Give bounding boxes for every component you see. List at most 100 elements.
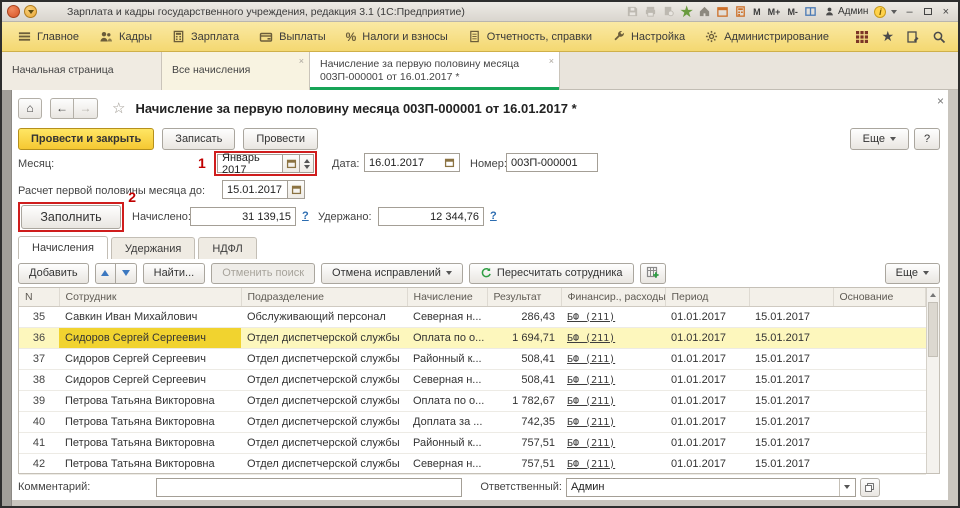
- table-more-button[interactable]: Еще: [885, 263, 940, 284]
- menu-item[interactable]: Настройка: [602, 22, 695, 51]
- cell-accrual[interactable]: Северная н...: [407, 453, 487, 474]
- move-down-button[interactable]: [116, 263, 137, 284]
- add-favorite-icon[interactable]: ★: [679, 5, 694, 19]
- cell-basis[interactable]: [833, 390, 926, 411]
- calendar-icon[interactable]: [288, 180, 305, 199]
- cell-employee[interactable]: Петрова Татьяна Викторовна: [59, 411, 241, 432]
- search-icon[interactable]: [932, 30, 946, 44]
- cell-financing[interactable]: БФ (211): [561, 348, 665, 369]
- month-stepper[interactable]: [300, 154, 314, 173]
- cell-period_end[interactable]: 15.01.2017: [749, 306, 833, 327]
- table-row[interactable]: 42Петрова Татьяна ВикторовнаОтдел диспет…: [19, 453, 926, 474]
- financing-link[interactable]: БФ (211): [567, 354, 615, 365]
- tab[interactable]: Начальная страница: [2, 52, 162, 90]
- cell-financing[interactable]: БФ (211): [561, 327, 665, 348]
- financing-link[interactable]: БФ (211): [567, 417, 615, 428]
- financing-link[interactable]: БФ (211): [567, 312, 615, 323]
- cell-period_end[interactable]: 15.01.2017: [749, 453, 833, 474]
- cancel-search-button[interactable]: Отменить поиск: [211, 263, 315, 284]
- cell-n[interactable]: 41: [19, 432, 59, 453]
- cell-period_start[interactable]: 01.01.2017: [665, 411, 749, 432]
- fill-button[interactable]: Заполнить: [21, 205, 121, 229]
- column-header[interactable]: N: [19, 288, 59, 306]
- cell-basis[interactable]: [833, 369, 926, 390]
- table-row[interactable]: 41Петрова Татьяна ВикторовнаОтдел диспет…: [19, 432, 926, 453]
- calendar-icon[interactable]: [283, 154, 300, 173]
- column-header[interactable]: Период: [665, 288, 749, 306]
- chevron-down-icon[interactable]: [839, 479, 855, 496]
- window-menu-icon[interactable]: [24, 5, 37, 18]
- cell-accrual[interactable]: Оплата по о...: [407, 327, 487, 348]
- menu-item[interactable]: Кадры: [89, 22, 162, 51]
- column-header[interactable]: Основание: [833, 288, 926, 306]
- minimize-button[interactable]: –: [902, 5, 916, 19]
- financing-link[interactable]: БФ (211): [567, 438, 615, 449]
- cell-period_start[interactable]: 01.01.2017: [665, 327, 749, 348]
- comment-input[interactable]: [156, 478, 462, 497]
- cell-department[interactable]: Отдел диспетчерской службы: [241, 369, 407, 390]
- cell-financing[interactable]: БФ (211): [561, 390, 665, 411]
- cell-basis[interactable]: [833, 411, 926, 432]
- find-button[interactable]: Найти...: [143, 263, 206, 284]
- favorite-star-icon[interactable]: ☆: [112, 99, 125, 117]
- move-up-button[interactable]: [95, 263, 116, 284]
- financing-link[interactable]: БФ (211): [567, 375, 615, 386]
- cell-period_end[interactable]: 15.01.2017: [749, 369, 833, 390]
- maximize-button[interactable]: [920, 5, 936, 19]
- withheld-help-link[interactable]: ?: [490, 210, 497, 222]
- history-icon[interactable]: [906, 30, 920, 44]
- vertical-scrollbar[interactable]: [926, 288, 939, 473]
- cell-period_start[interactable]: 01.01.2017: [665, 453, 749, 474]
- cell-department[interactable]: Отдел диспетчерской службы: [241, 348, 407, 369]
- close-button[interactable]: ×: [939, 5, 953, 19]
- cell-n[interactable]: 35: [19, 306, 59, 327]
- calendar-icon[interactable]: [444, 157, 455, 168]
- home-button[interactable]: ⌂: [18, 98, 42, 119]
- cell-accrual[interactable]: Доплата за ...: [407, 411, 487, 432]
- cell-result[interactable]: 1 782,67: [487, 390, 561, 411]
- cell-accrual[interactable]: Северная н...: [407, 369, 487, 390]
- column-header[interactable]: [749, 288, 833, 306]
- cell-department[interactable]: Отдел диспетчерской службы: [241, 327, 407, 348]
- column-header[interactable]: Подразделение: [241, 288, 407, 306]
- recalculate-employee-button[interactable]: Пересчитать сотрудника: [469, 263, 634, 284]
- cell-financing[interactable]: БФ (211): [561, 306, 665, 327]
- cell-result[interactable]: 1 694,71: [487, 327, 561, 348]
- cell-accrual[interactable]: Северная н...: [407, 306, 487, 327]
- cell-employee[interactable]: Петрова Татьяна Викторовна: [59, 432, 241, 453]
- cell-employee[interactable]: Петрова Татьяна Викторовна: [59, 390, 241, 411]
- calendar-icon[interactable]: [715, 5, 730, 19]
- cell-accrual[interactable]: Оплата по о...: [407, 390, 487, 411]
- financing-link[interactable]: БФ (211): [567, 459, 615, 470]
- cell-period_end[interactable]: 15.01.2017: [749, 327, 833, 348]
- cell-n[interactable]: 37: [19, 348, 59, 369]
- info-icon[interactable]: i: [874, 6, 886, 18]
- half-month-input[interactable]: 15.01.2017: [222, 180, 288, 199]
- table-row[interactable]: 38Сидоров Сергей СергеевичОтдел диспетче…: [19, 369, 926, 390]
- cell-result[interactable]: 757,51: [487, 432, 561, 453]
- memory-add-button[interactable]: M+: [766, 7, 783, 17]
- undo-corrections-button[interactable]: Отмена исправлений: [321, 263, 463, 284]
- go-home-icon[interactable]: [697, 5, 712, 19]
- responsible-select[interactable]: Админ: [566, 478, 856, 497]
- column-header[interactable]: Результат: [487, 288, 561, 306]
- cell-period_end[interactable]: 15.01.2017: [749, 348, 833, 369]
- scroll-up-icon[interactable]: [927, 288, 939, 301]
- cell-result[interactable]: 508,41: [487, 348, 561, 369]
- cell-period_end[interactable]: 15.01.2017: [749, 411, 833, 432]
- menu-item[interactable]: Отчетность, справки: [458, 22, 602, 51]
- cell-accrual[interactable]: Районный к...: [407, 432, 487, 453]
- cell-financing[interactable]: БФ (211): [561, 453, 665, 474]
- cell-financing[interactable]: БФ (211): [561, 369, 665, 390]
- cell-employee[interactable]: Сидоров Сергей Сергеевич: [59, 369, 241, 390]
- cell-financing[interactable]: БФ (211): [561, 411, 665, 432]
- add-row-button[interactable]: Добавить: [18, 263, 89, 284]
- cell-basis[interactable]: [833, 327, 926, 348]
- column-header[interactable]: Начисление: [407, 288, 487, 306]
- cell-employee[interactable]: Сидоров Сергей Сергеевич: [59, 327, 241, 348]
- cell-period_end[interactable]: 15.01.2017: [749, 432, 833, 453]
- cell-result[interactable]: 508,41: [487, 369, 561, 390]
- post-button[interactable]: Провести: [243, 128, 318, 150]
- date-input[interactable]: 16.01.2017: [364, 153, 460, 172]
- menu-item[interactable]: Зарплата: [162, 22, 249, 51]
